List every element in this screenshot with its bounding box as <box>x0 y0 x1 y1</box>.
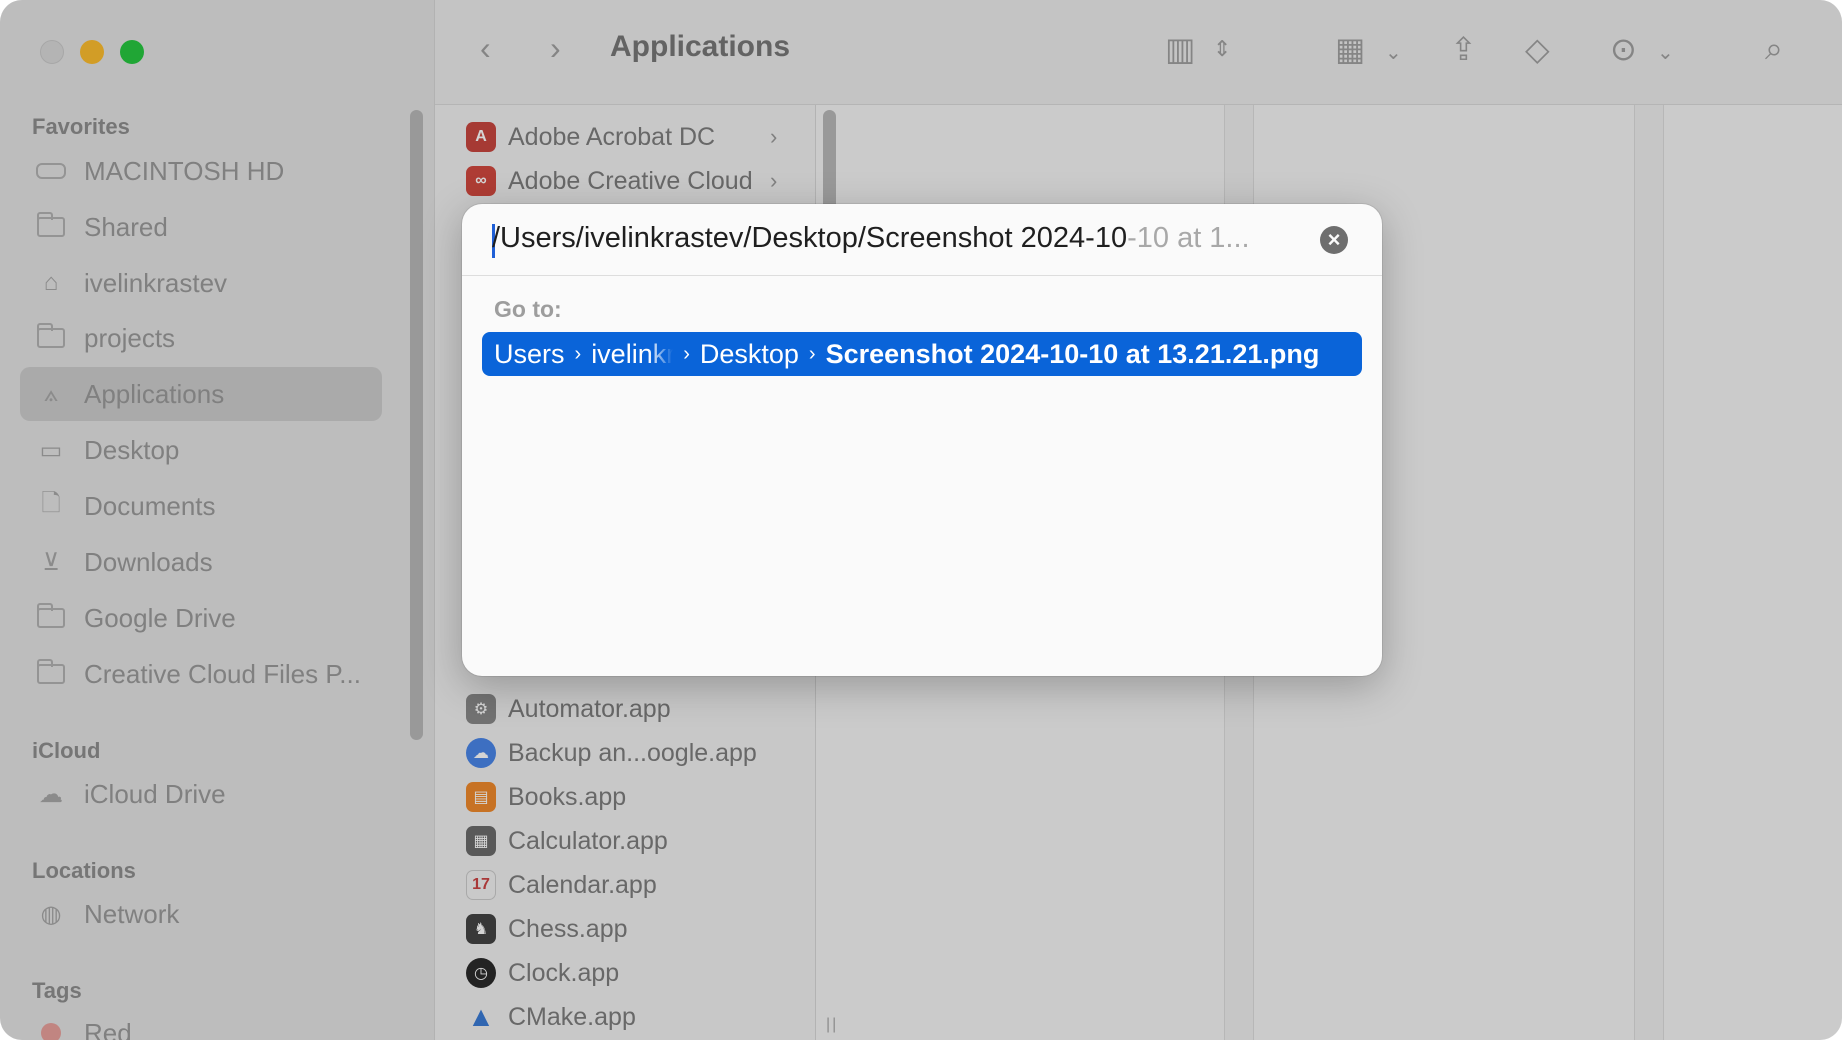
clear-path-button[interactable]: × <box>1320 226 1348 254</box>
go-to-label: Go to: <box>494 296 562 322</box>
path-result-row[interactable]: Users › ivelinkr › Desktop › Screenshot … <box>482 332 1362 376</box>
breadcrumb-file: Screenshot 2024-10-10 at 13.21.21.png <box>825 338 1320 369</box>
breadcrumb-user-folder: ivelinkr <box>591 338 674 369</box>
path-input[interactable]: /Users/ivelinkrastev/Desktop/Screenshot … <box>462 204 1382 276</box>
path-input-text: /Users/ivelinkrastev/Desktop/Screenshot … <box>492 222 1250 255</box>
go-to-folder-dialog: /Users/ivelinkrastev/Desktop/Screenshot … <box>462 204 1382 676</box>
path-autocomplete-suggestion: -10 at 1... <box>1127 222 1250 254</box>
breadcrumb-separator: › <box>574 342 582 365</box>
breadcrumb-separator: › <box>683 342 690 365</box>
path-typed-text: /Users/ivelinkrastev/Desktop/Screenshot … <box>492 222 1128 254</box>
breadcrumb-separator: › <box>808 342 816 365</box>
breadcrumb-desktop: Desktop <box>699 338 799 369</box>
breadcrumb-users: Users <box>494 338 565 369</box>
finder-window: Favorites MACINTOSH HD Shared ⌂ ivelinkr… <box>0 0 1842 1040</box>
